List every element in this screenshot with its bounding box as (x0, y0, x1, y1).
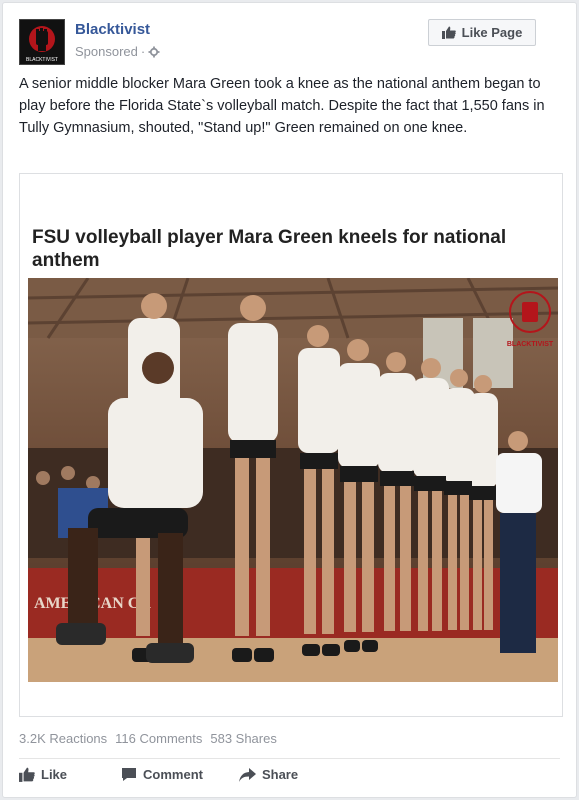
post-body-text: A senior middle blocker Mara Green took … (19, 76, 545, 136)
shares-count[interactable]: 583 Shares (210, 731, 277, 746)
post-header: BLACKTIVIST Blacktivist Sponsored · Like… (19, 17, 560, 67)
share-button[interactable]: Share (238, 767, 299, 782)
gear-icon[interactable] (148, 46, 160, 58)
post-meta: Sponsored · (75, 44, 160, 59)
meta-dot: · (140, 44, 146, 59)
like-label: Like (41, 767, 68, 782)
fist-logo-icon: BLACKTIVIST (20, 20, 64, 64)
page-avatar[interactable]: BLACKTIVIST (19, 19, 65, 65)
engagement-stats: 3.2K Reactions 116 Comments 583 Shares (19, 731, 277, 746)
post-card: BLACKTIVIST Blacktivist Sponsored · Like… (2, 2, 577, 798)
comment-icon (122, 768, 137, 781)
thumbs-up-icon (19, 767, 35, 782)
link-preview[interactable]: FSU volleyball player Mara Green kneels … (19, 173, 563, 717)
comments-count[interactable]: 116 Comments (115, 731, 202, 746)
watermark-text: BLACKTIVIST (507, 341, 554, 348)
comment-label: Comment (143, 767, 203, 782)
share-arrow-icon (238, 767, 256, 782)
action-bar: Like Comment Share (19, 767, 334, 782)
divider (19, 758, 560, 759)
preview-headline: FSU volleyball player Mara Green kneels … (32, 227, 507, 271)
like-page-button[interactable]: Like Page (428, 19, 536, 46)
like-page-label: Like Page (461, 25, 523, 40)
like-button[interactable]: Like (19, 767, 67, 782)
volleyball-team-photo: AMERICAN CA (28, 278, 558, 682)
comment-button[interactable]: Comment (121, 767, 203, 782)
page-name-link[interactable]: Blacktivist (75, 21, 150, 38)
thumbs-up-icon (441, 26, 456, 39)
share-label: Share (261, 767, 299, 782)
avatar-caption: BLACKTIVIST (26, 57, 58, 63)
reactions-count[interactable]: 3.2K Reactions (19, 731, 107, 746)
sponsored-label[interactable]: Sponsored (75, 44, 138, 59)
preview-photo[interactable]: AMERICAN CA (28, 278, 558, 682)
